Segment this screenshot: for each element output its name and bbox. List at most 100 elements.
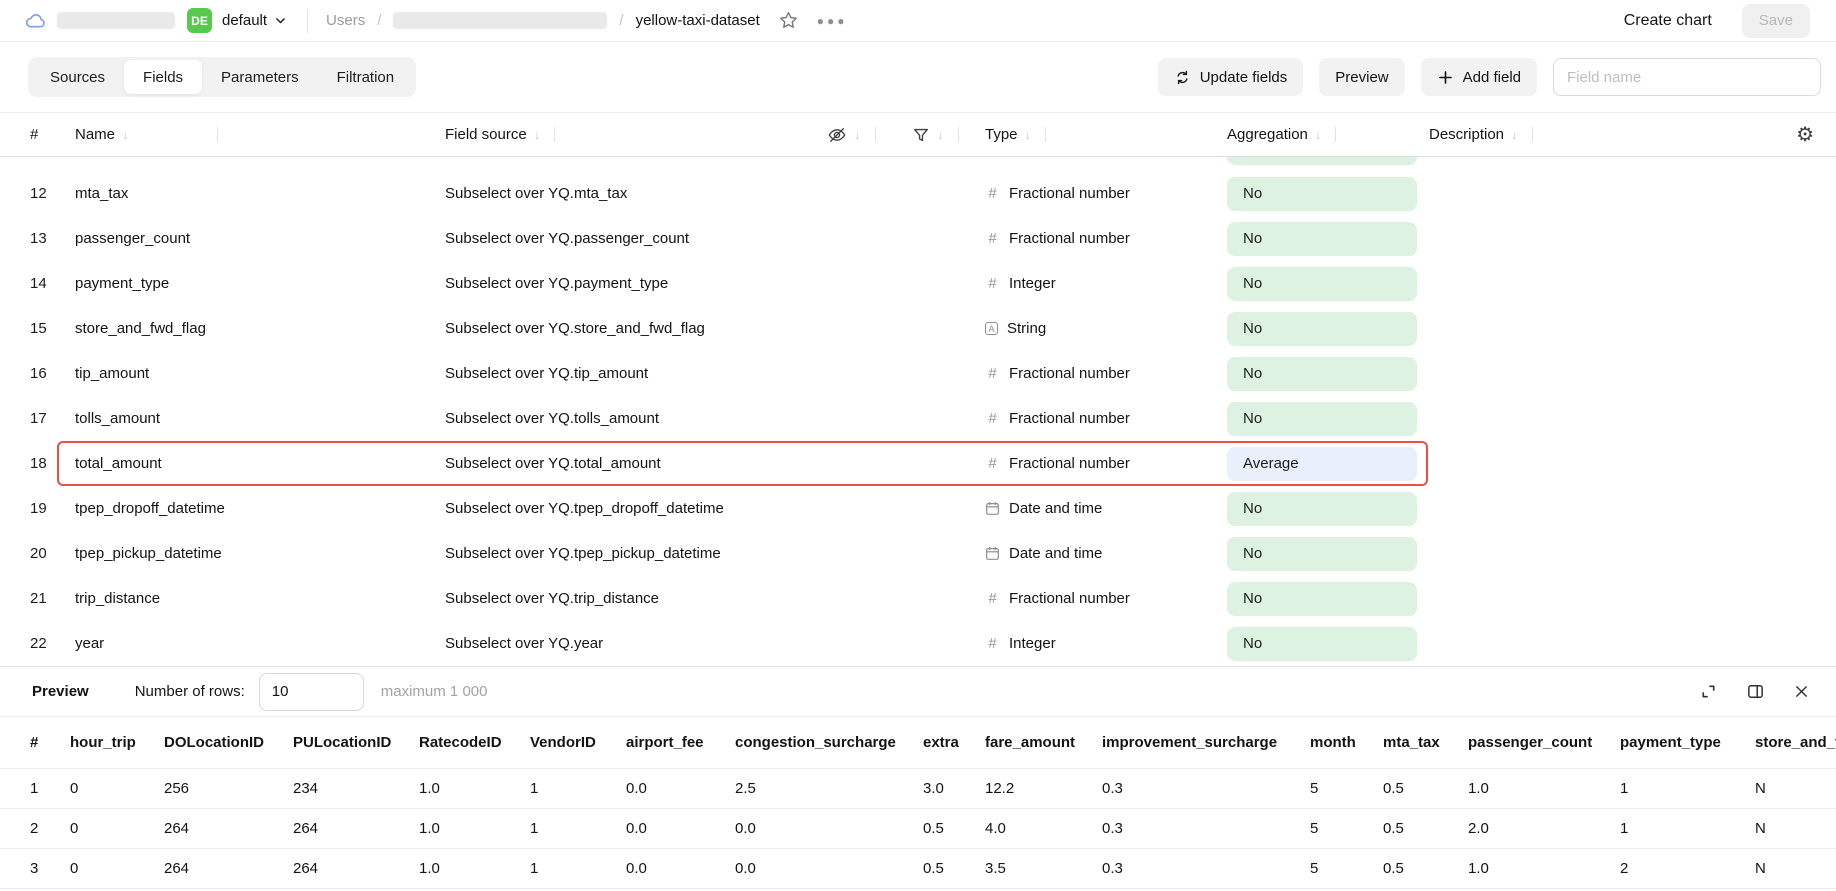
save-button[interactable]: Save: [1742, 4, 1810, 38]
aggregation-select[interactable]: No: [1227, 177, 1417, 211]
aggregation-cell[interactable]: No: [1215, 582, 1429, 616]
column-header-filter[interactable]: ↓: [895, 113, 975, 156]
field-type-cell[interactable]: #Fractional number: [975, 365, 1215, 382]
field-source[interactable]: Subselect over YQ.tip_amount: [445, 365, 800, 382]
field-name[interactable]: passenger_count: [62, 230, 445, 247]
field-type-cell[interactable]: #Fractional number: [975, 455, 1215, 472]
aggregation-cell[interactable]: No: [1215, 492, 1429, 526]
field-source[interactable]: Subselect over YQ.tpep_dropoff_datetime: [445, 500, 800, 517]
field-type-cell[interactable]: #Fractional number: [975, 590, 1215, 607]
aggregation-cell[interactable]: No: [1215, 177, 1429, 211]
field-name[interactable]: tpep_dropoff_datetime: [62, 500, 445, 517]
close-icon[interactable]: [1791, 681, 1812, 702]
aggregation-cell[interactable]: No: [1215, 312, 1429, 346]
aggregation-cell[interactable]: No: [1215, 627, 1429, 661]
field-row-year[interactable]: 22yearSubselect over YQ.year#IntegerNo: [0, 621, 1836, 666]
field-row-passenger_count[interactable]: 13passenger_countSubselect over YQ.passe…: [0, 216, 1836, 261]
field-type-cell[interactable]: Date and time: [975, 500, 1215, 517]
field-row-payment_type[interactable]: 14payment_typeSubselect over YQ.payment_…: [0, 261, 1836, 306]
expand-icon[interactable]: [1697, 680, 1720, 703]
gear-icon[interactable]: ⚙: [1796, 125, 1814, 145]
aggregation-select[interactable]: No: [1227, 582, 1417, 616]
field-type-cell[interactable]: #Fractional number: [975, 230, 1215, 247]
update-fields-button[interactable]: Update fields: [1158, 58, 1304, 96]
split-view-icon[interactable]: [1744, 680, 1767, 703]
field-type-cell[interactable]: #Integer: [975, 635, 1215, 652]
field-name[interactable]: trip_distance: [62, 590, 445, 607]
aggregation-select[interactable]: No: [1227, 537, 1417, 571]
aggregation-cell[interactable]: No: [1215, 357, 1429, 391]
field-row-trip_distance[interactable]: 21trip_distanceSubselect over YQ.trip_di…: [0, 576, 1836, 621]
create-chart-button[interactable]: Create chart: [1618, 11, 1718, 31]
rows-count-input[interactable]: [259, 673, 364, 711]
favorite-star-icon[interactable]: [776, 8, 801, 33]
sort-down-icon[interactable]: ↓: [1511, 127, 1518, 142]
field-name-search-input[interactable]: [1553, 58, 1821, 96]
aggregation-cell[interactable]: Average: [1215, 447, 1429, 481]
redacted-folder-name[interactable]: [393, 12, 607, 29]
aggregation-cell[interactable]: No: [1215, 402, 1429, 436]
tab-parameters[interactable]: Parameters: [202, 60, 318, 94]
field-name[interactable]: payment_type: [62, 275, 445, 292]
aggregation-cell[interactable]: No: [1215, 537, 1429, 571]
field-source[interactable]: Subselect over YQ.store_and_fwd_flag: [445, 320, 800, 337]
breadcrumb-users[interactable]: Users: [326, 12, 365, 29]
field-source[interactable]: Subselect over YQ.tpep_pickup_datetime: [445, 545, 800, 562]
field-row-mta_tax[interactable]: 12mta_taxSubselect over YQ.mta_tax#Fract…: [0, 171, 1836, 216]
column-header-name[interactable]: Name↓: [62, 113, 445, 156]
column-header-type[interactable]: Type↓: [975, 113, 1215, 156]
field-row-total_amount[interactable]: 18total_amountSubselect over YQ.total_am…: [0, 441, 1836, 486]
field-name[interactable]: tip_amount: [62, 365, 445, 382]
aggregation-select[interactable]: Average: [1227, 447, 1417, 481]
aggregation-select[interactable]: No: [1227, 492, 1417, 526]
sort-down-icon[interactable]: ↓: [1025, 127, 1032, 142]
field-source[interactable]: Subselect over YQ.total_amount: [445, 455, 800, 472]
tab-fields[interactable]: Fields: [124, 60, 202, 94]
field-row-tip_amount[interactable]: 16tip_amountSubselect over YQ.tip_amount…: [0, 351, 1836, 396]
column-header-field-source[interactable]: Field source↓: [445, 113, 800, 156]
aggregation-cell[interactable]: No: [1215, 267, 1429, 301]
env-selector[interactable]: default: [222, 12, 287, 29]
more-actions-icon[interactable]: ●●●: [815, 12, 850, 30]
field-source[interactable]: Subselect over YQ.tolls_amount: [445, 410, 800, 427]
aggregation-cell[interactable]: No: [1215, 222, 1429, 256]
sort-down-icon[interactable]: ↓: [854, 127, 861, 142]
field-name[interactable]: total_amount: [62, 455, 445, 472]
tab-sources[interactable]: Sources: [31, 60, 124, 94]
aggregation-select[interactable]: No: [1227, 402, 1417, 436]
aggregation-select[interactable]: No: [1227, 312, 1417, 346]
column-header-hidden[interactable]: ↓: [800, 113, 895, 156]
field-name[interactable]: year: [62, 635, 445, 652]
field-name[interactable]: tpep_pickup_datetime: [62, 545, 445, 562]
tab-filtration[interactable]: Filtration: [318, 60, 414, 94]
field-type-cell[interactable]: #Integer: [975, 275, 1215, 292]
column-header-aggregation[interactable]: Aggregation↓: [1215, 113, 1429, 156]
aggregation-select[interactable]: No: [1227, 267, 1417, 301]
field-name[interactable]: store_and_fwd_flag: [62, 320, 445, 337]
field-source[interactable]: Subselect over YQ.year: [445, 635, 800, 652]
field-source[interactable]: Subselect over YQ.trip_distance: [445, 590, 800, 607]
sort-down-icon[interactable]: ↓: [534, 127, 541, 142]
field-source[interactable]: Subselect over YQ.payment_type: [445, 275, 800, 292]
field-row-tpep_dropoff_datetime[interactable]: 19tpep_dropoff_datetimeSubselect over YQ…: [0, 486, 1836, 531]
aggregation-select[interactable]: No: [1227, 627, 1417, 661]
field-type-cell[interactable]: #Fractional number: [975, 185, 1215, 202]
cloud-logo-icon[interactable]: [24, 9, 47, 32]
preview-button[interactable]: Preview: [1319, 58, 1404, 96]
field-type-cell[interactable]: #Fractional number: [975, 410, 1215, 427]
sort-down-icon[interactable]: ↓: [122, 127, 129, 142]
field-row-tolls_amount[interactable]: 17tolls_amountSubselect over YQ.tolls_am…: [0, 396, 1836, 441]
add-field-button[interactable]: Add field: [1421, 58, 1537, 96]
field-type-cell[interactable]: Date and time: [975, 545, 1215, 562]
sort-down-icon[interactable]: ↓: [1315, 127, 1322, 142]
field-row-store_and_fwd_flag[interactable]: 15store_and_fwd_flagSubselect over YQ.st…: [0, 306, 1836, 351]
field-name[interactable]: tolls_amount: [62, 410, 445, 427]
sort-down-icon[interactable]: ↓: [937, 127, 944, 142]
field-source[interactable]: Subselect over YQ.passenger_count: [445, 230, 800, 247]
aggregation-select[interactable]: No: [1227, 222, 1417, 256]
field-name[interactable]: mta_tax: [62, 185, 445, 202]
field-source[interactable]: Subselect over YQ.mta_tax: [445, 185, 800, 202]
column-header-description[interactable]: Description↓: [1429, 113, 1770, 156]
aggregation-select[interactable]: No: [1227, 357, 1417, 391]
field-type-cell[interactable]: AString: [975, 320, 1215, 337]
